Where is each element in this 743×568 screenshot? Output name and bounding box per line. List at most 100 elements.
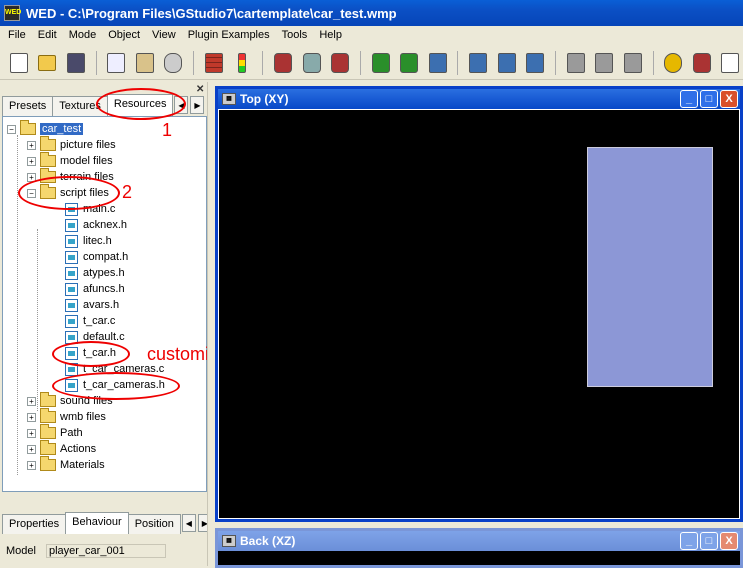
- property-tabs: Properties Behaviour Position ◀ ▶: [2, 512, 212, 534]
- expand-icon[interactable]: +: [27, 140, 36, 150]
- tree-label: acknex.h: [83, 219, 128, 231]
- resource-tree: − car_test + picture files + model files…: [2, 116, 207, 492]
- cube-white-icon[interactable]: [620, 50, 646, 76]
- tree-folder-actions[interactable]: + Actions: [27, 440, 96, 457]
- tree-folder-path[interactable]: + Path: [27, 424, 83, 441]
- menu-plugin-examples[interactable]: Plugin Examples: [182, 29, 276, 41]
- menu-view[interactable]: View: [146, 29, 182, 41]
- tab-position[interactable]: Position: [127, 514, 181, 534]
- annotation-circle-script-files: [18, 176, 120, 210]
- minimize-icon[interactable]: _: [680, 532, 698, 550]
- panel-splitter[interactable]: [0, 494, 213, 498]
- tab-scroll-left-icon[interactable]: ◀: [181, 514, 196, 532]
- new-doc-icon[interactable]: [718, 50, 743, 76]
- script-file-icon: [65, 282, 78, 296]
- vertical-splitter[interactable]: [207, 82, 215, 566]
- folder-icon: [40, 456, 56, 471]
- expand-icon[interactable]: +: [27, 156, 36, 166]
- maximize-icon[interactable]: □: [700, 90, 718, 108]
- window-buttons: _ □ X: [680, 532, 738, 550]
- expand-icon[interactable]: +: [27, 412, 36, 422]
- menu-tools[interactable]: Tools: [276, 29, 314, 41]
- new-file-icon[interactable]: [6, 50, 32, 76]
- toolbar: [0, 46, 743, 80]
- annotation-circle-resources: [96, 88, 186, 120]
- tree-folder-wmb-files[interactable]: + wmb files: [27, 408, 106, 425]
- open-folder-icon[interactable]: [35, 50, 61, 76]
- annotation-circle-t-car-cameras-h: [52, 372, 180, 400]
- expand-icon[interactable]: +: [27, 396, 36, 406]
- save-disk-icon[interactable]: [63, 50, 89, 76]
- view-back[interactable]: ▦ Back (XZ) _ □ X: [215, 528, 743, 568]
- tree-file[interactable]: compat.h: [65, 249, 128, 265]
- minimize-icon[interactable]: _: [680, 90, 698, 108]
- title-bar: WED WED - C:\Program Files\GStudio7\cart…: [0, 0, 743, 26]
- traffic-light-icon[interactable]: [230, 50, 256, 76]
- undo-icon[interactable]: [161, 50, 187, 76]
- tree-root[interactable]: − car_test: [7, 120, 84, 137]
- plus-shield-icon[interactable]: [689, 50, 715, 76]
- toolbar-separator: [457, 50, 459, 75]
- bricks-icon[interactable]: [201, 50, 227, 76]
- close-icon[interactable]: ✕: [196, 84, 204, 95]
- model-label: Model: [6, 545, 36, 557]
- tree-label: Materials: [60, 459, 105, 471]
- tab-scroll-right-icon[interactable]: ▶: [190, 96, 205, 114]
- folder-icon: [40, 392, 56, 407]
- folder-icon: [40, 424, 56, 439]
- menu-object[interactable]: Object: [102, 29, 146, 41]
- tree-line: [17, 135, 18, 475]
- wed-app-icon[interactable]: WED: [4, 5, 21, 21]
- camera-icon[interactable]: [661, 50, 687, 76]
- view-top[interactable]: ▦ Top (XY) _ □ X: [215, 86, 743, 522]
- tab-presets[interactable]: Presets: [2, 96, 54, 116]
- tree-label: picture files: [60, 139, 116, 151]
- tree-file[interactable]: avars.h: [65, 297, 119, 313]
- maximize-icon[interactable]: □: [700, 532, 718, 550]
- expand-icon[interactable]: +: [27, 444, 36, 454]
- window-title: WED - C:\Program Files\GStudio7\cartempl…: [26, 5, 397, 21]
- tree-label: afuncs.h: [83, 283, 125, 295]
- car-model-bounds[interactable]: [587, 147, 713, 387]
- cube-red-icon[interactable]: [327, 50, 353, 76]
- tree-folder-picture-files[interactable]: + picture files: [27, 136, 116, 153]
- path-icon[interactable]: [522, 50, 548, 76]
- tree-file[interactable]: acknex.h: [65, 217, 127, 233]
- block-icon[interactable]: [465, 50, 491, 76]
- paste-icon[interactable]: [132, 50, 158, 76]
- collapse-icon[interactable]: −: [7, 124, 16, 134]
- menu-help[interactable]: Help: [313, 29, 348, 41]
- tree-label: t_car.c: [83, 315, 116, 327]
- tree-folder-materials[interactable]: + Materials: [27, 456, 105, 473]
- expand-icon[interactable]: +: [27, 460, 36, 470]
- tree-file[interactable]: atypes.h: [65, 265, 125, 281]
- tree-file[interactable]: litec.h: [65, 233, 112, 249]
- tab-behaviour[interactable]: Behaviour: [65, 512, 129, 534]
- shield-icon[interactable]: [299, 50, 325, 76]
- tree-label: atypes.h: [83, 267, 125, 279]
- move-arrow-icon[interactable]: [368, 50, 394, 76]
- close-icon[interactable]: X: [720, 90, 738, 108]
- model-value[interactable]: player_car_001: [45, 544, 166, 558]
- tree-file[interactable]: t_car.c: [65, 313, 115, 329]
- folder-icon: [40, 408, 56, 423]
- expand-icon[interactable]: +: [27, 428, 36, 438]
- rotate-icon[interactable]: [396, 50, 422, 76]
- tab-properties[interactable]: Properties: [2, 514, 67, 534]
- door-icon[interactable]: [494, 50, 520, 76]
- menu-bar: File Edit Mode Object View Plugin Exampl…: [0, 26, 743, 44]
- toolbar-separator: [652, 50, 654, 75]
- close-icon[interactable]: X: [720, 532, 738, 550]
- tree-folder-model-files[interactable]: + model files: [27, 152, 113, 169]
- cube-grey-icon[interactable]: [591, 50, 617, 76]
- add-entity-icon[interactable]: [270, 50, 296, 76]
- light-icon[interactable]: [563, 50, 589, 76]
- tree-file[interactable]: afuncs.h: [65, 281, 125, 297]
- copy-icon[interactable]: [104, 50, 130, 76]
- folder-icon: [40, 136, 56, 151]
- menu-file[interactable]: File: [2, 29, 32, 41]
- menu-edit[interactable]: Edit: [32, 29, 63, 41]
- scale-icon[interactable]: [425, 50, 451, 76]
- menu-mode[interactable]: Mode: [63, 29, 103, 41]
- view-top-canvas[interactable]: [218, 109, 740, 519]
